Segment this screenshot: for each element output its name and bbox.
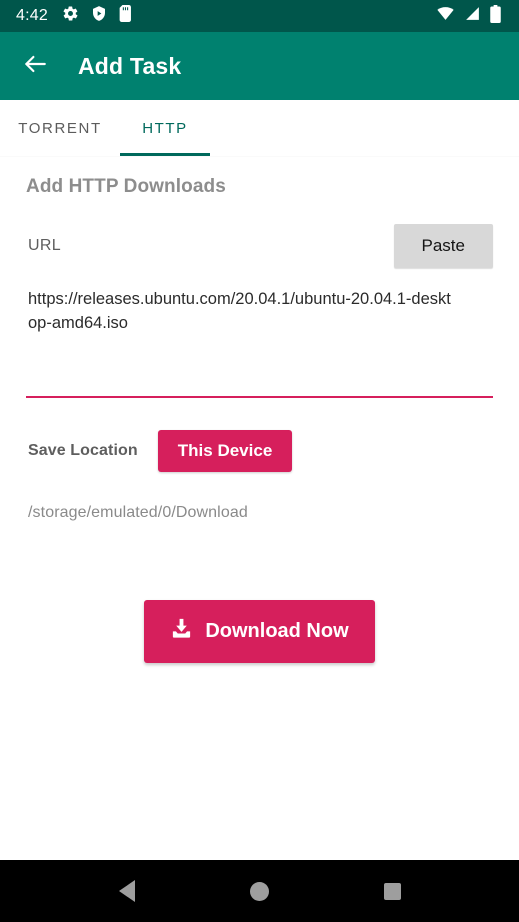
battery-icon bbox=[490, 4, 501, 28]
arrow-left-icon bbox=[22, 51, 48, 82]
status-clock: 4:42 bbox=[16, 7, 48, 24]
sd-card-icon bbox=[119, 5, 133, 27]
shield-play-icon bbox=[91, 5, 107, 27]
android-nav-bar bbox=[0, 860, 519, 922]
status-left-icons bbox=[62, 5, 133, 27]
nav-home-button[interactable] bbox=[235, 866, 285, 916]
url-row: URL Paste bbox=[26, 224, 493, 268]
download-now-label: Download Now bbox=[205, 619, 349, 642]
tab-active-indicator bbox=[120, 153, 210, 156]
triangle-back-icon bbox=[118, 880, 135, 902]
page-title: Add Task bbox=[78, 52, 182, 79]
tab-torrent[interactable]: TORRENT bbox=[0, 100, 120, 156]
status-right-icons bbox=[436, 4, 501, 28]
url-input[interactable]: https://releases.ubuntu.com/20.04.1/ubun… bbox=[26, 288, 493, 398]
status-bar: 4:42 bbox=[0, 0, 519, 32]
app-bar: Add Task bbox=[0, 32, 519, 100]
square-recents-icon bbox=[384, 882, 401, 900]
download-icon bbox=[170, 617, 193, 646]
http-form: Add HTTP Downloads URL Paste https://rel… bbox=[0, 176, 519, 663]
save-path-value: /storage/emulated/0/Download bbox=[28, 503, 248, 521]
tab-http[interactable]: HTTP bbox=[120, 100, 210, 156]
tab-bar: TORRENT HTTP bbox=[0, 100, 519, 156]
gear-icon bbox=[62, 5, 79, 27]
back-button[interactable] bbox=[18, 49, 52, 83]
download-now-button[interactable]: Download Now bbox=[144, 599, 375, 663]
save-location-row: Save Location This Device bbox=[26, 429, 493, 472]
save-location-label: Save Location bbox=[28, 441, 138, 459]
circle-home-icon bbox=[250, 881, 269, 901]
download-button-wrap: Download Now bbox=[26, 599, 493, 663]
url-label: URL bbox=[28, 237, 61, 254]
this-device-button[interactable]: This Device bbox=[157, 429, 293, 472]
wifi-icon bbox=[436, 5, 455, 27]
tab-http-label: HTTP bbox=[142, 119, 188, 137]
nav-back-button[interactable] bbox=[102, 866, 152, 916]
paste-button[interactable]: Paste bbox=[393, 224, 493, 268]
url-input-value[interactable]: https://releases.ubuntu.com/20.04.1/ubun… bbox=[28, 288, 458, 336]
cell-signal-icon bbox=[464, 5, 481, 27]
section-heading: Add HTTP Downloads bbox=[26, 176, 226, 197]
nav-recents-button[interactable] bbox=[368, 866, 418, 916]
tab-torrent-label: TORRENT bbox=[18, 119, 102, 137]
